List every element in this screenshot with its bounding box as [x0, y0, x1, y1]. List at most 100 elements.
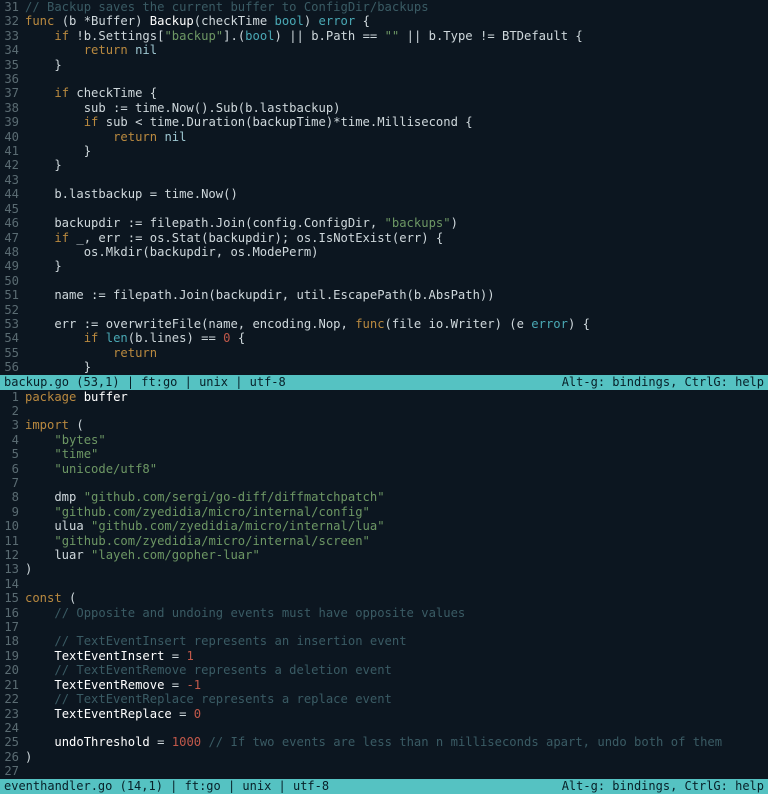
code-line[interactable]: 43 [0, 173, 768, 187]
code-content[interactable] [25, 72, 768, 86]
code-content[interactable]: "github.com/zyedidia/micro/internal/scre… [25, 534, 768, 548]
code-line[interactable]: 2 [0, 404, 768, 418]
code-content[interactable]: err := overwriteFile(name, encoding.Nop,… [25, 317, 768, 331]
code-line[interactable]: 39 if sub < time.Duration(backupTime)*ti… [0, 115, 768, 129]
code-content[interactable]: func (b *Buffer) Backup(checkTime bool) … [25, 14, 768, 28]
code-line[interactable]: 3import ( [0, 418, 768, 432]
code-content[interactable]: if _, err := os.Stat(backupdir); os.IsNo… [25, 231, 768, 245]
code-line[interactable]: 25 undoThreshold = 1000 // If two events… [0, 735, 768, 749]
code-line[interactable]: 31// Backup saves the current buffer to … [0, 0, 768, 14]
code-line[interactable]: 8 dmp "github.com/sergi/go-diff/diffmatc… [0, 490, 768, 504]
code-content[interactable] [25, 476, 768, 490]
code-line[interactable]: 42 } [0, 158, 768, 172]
code-content[interactable]: TextEventInsert = 1 [25, 649, 768, 663]
code-content[interactable]: // Backup saves the current buffer to Co… [25, 0, 768, 14]
code-line[interactable]: 13) [0, 562, 768, 576]
code-line[interactable]: 52 [0, 303, 768, 317]
code-line[interactable]: 34 return nil [0, 43, 768, 57]
code-line[interactable]: 41 } [0, 144, 768, 158]
code-content[interactable]: os.Mkdir(backupdir, os.ModePerm) [25, 245, 768, 259]
code-content[interactable]: dmp "github.com/sergi/go-diff/diffmatchp… [25, 490, 768, 504]
code-line[interactable]: 50 [0, 274, 768, 288]
code-content[interactable]: "bytes" [25, 433, 768, 447]
code-line[interactable]: 22 // TextEventReplace represents a repl… [0, 692, 768, 706]
code-content[interactable]: return nil [25, 130, 768, 144]
code-content[interactable]: // TextEventInsert represents an inserti… [25, 634, 768, 648]
code-line[interactable]: 56 } [0, 360, 768, 374]
code-content[interactable]: } [25, 360, 768, 374]
code-line[interactable]: 18 // TextEventInsert represents an inse… [0, 634, 768, 648]
code-content[interactable]: // TextEventRemove represents a deletion… [25, 663, 768, 677]
code-line[interactable]: 21 TextEventRemove = -1 [0, 678, 768, 692]
code-line[interactable]: 5 "time" [0, 447, 768, 461]
code-content[interactable] [25, 577, 768, 591]
code-line[interactable]: 9 "github.com/zyedidia/micro/internal/co… [0, 505, 768, 519]
code-content[interactable]: TextEventRemove = -1 [25, 678, 768, 692]
editor-pane-bottom[interactable]: 1package buffer23import (4 "bytes"5 "tim… [0, 390, 768, 779]
code-line[interactable]: 11 "github.com/zyedidia/micro/internal/s… [0, 534, 768, 548]
code-line[interactable]: 15const ( [0, 591, 768, 605]
code-line[interactable]: 47 if _, err := os.Stat(backupdir); os.I… [0, 231, 768, 245]
code-content[interactable]: return nil [25, 43, 768, 57]
code-line[interactable]: 40 return nil [0, 130, 768, 144]
code-content[interactable]: name := filepath.Join(backupdir, util.Es… [25, 288, 768, 302]
code-content[interactable]: if sub < time.Duration(backupTime)*time.… [25, 115, 768, 129]
code-content[interactable] [25, 620, 768, 634]
code-line[interactable]: 24 [0, 721, 768, 735]
code-content[interactable] [25, 303, 768, 317]
code-line[interactable]: 7 [0, 476, 768, 490]
code-content[interactable]: undoThreshold = 1000 // If two events ar… [25, 735, 768, 749]
code-content[interactable]: if len(b.lines) == 0 { [25, 331, 768, 345]
code-content[interactable]: // Opposite and undoing events must have… [25, 606, 768, 620]
code-content[interactable] [25, 721, 768, 735]
code-line[interactable]: 49 } [0, 259, 768, 273]
code-line[interactable]: 55 return [0, 346, 768, 360]
code-line[interactable]: 4 "bytes" [0, 433, 768, 447]
code-line[interactable]: 33 if !b.Settings["backup"].(bool) || b.… [0, 29, 768, 43]
code-line[interactable]: 38 sub := time.Now().Sub(b.lastbackup) [0, 101, 768, 115]
code-content[interactable] [25, 404, 768, 418]
code-line[interactable]: 27 [0, 764, 768, 778]
code-content[interactable]: "unicode/utf8" [25, 462, 768, 476]
code-line[interactable]: 51 name := filepath.Join(backupdir, util… [0, 288, 768, 302]
code-content[interactable]: } [25, 259, 768, 273]
code-content[interactable]: // TextEventReplace represents a replace… [25, 692, 768, 706]
code-content[interactable]: sub := time.Now().Sub(b.lastbackup) [25, 101, 768, 115]
editor-pane-top[interactable]: 31// Backup saves the current buffer to … [0, 0, 768, 375]
code-line[interactable]: 54 if len(b.lines) == 0 { [0, 331, 768, 345]
code-line[interactable]: 26) [0, 750, 768, 764]
code-content[interactable]: luar "layeh.com/gopher-luar" [25, 548, 768, 562]
code-content[interactable]: b.lastbackup = time.Now() [25, 187, 768, 201]
code-line[interactable]: 45 [0, 202, 768, 216]
code-content[interactable]: if checkTime { [25, 86, 768, 100]
code-content[interactable] [25, 764, 768, 778]
code-content[interactable] [25, 173, 768, 187]
code-line[interactable]: 16 // Opposite and undoing events must h… [0, 606, 768, 620]
code-content[interactable]: package buffer [25, 390, 768, 404]
code-line[interactable]: 32func (b *Buffer) Backup(checkTime bool… [0, 14, 768, 28]
code-line[interactable]: 23 TextEventReplace = 0 [0, 707, 768, 721]
code-line[interactable]: 53 err := overwriteFile(name, encoding.N… [0, 317, 768, 331]
code-content[interactable]: ) [25, 562, 768, 576]
code-content[interactable]: "time" [25, 447, 768, 461]
code-line[interactable]: 1package buffer [0, 390, 768, 404]
code-line[interactable]: 36 [0, 72, 768, 86]
code-line[interactable]: 19 TextEventInsert = 1 [0, 649, 768, 663]
code-line[interactable]: 44 b.lastbackup = time.Now() [0, 187, 768, 201]
code-line[interactable]: 48 os.Mkdir(backupdir, os.ModePerm) [0, 245, 768, 259]
code-line[interactable]: 37 if checkTime { [0, 86, 768, 100]
code-content[interactable]: const ( [25, 591, 768, 605]
code-line[interactable]: 20 // TextEventRemove represents a delet… [0, 663, 768, 677]
code-content[interactable] [25, 202, 768, 216]
code-line[interactable]: 12 luar "layeh.com/gopher-luar" [0, 548, 768, 562]
code-line[interactable]: 6 "unicode/utf8" [0, 462, 768, 476]
code-content[interactable]: if !b.Settings["backup"].(bool) || b.Pat… [25, 29, 768, 43]
code-content[interactable]: TextEventReplace = 0 [25, 707, 768, 721]
code-content[interactable]: ) [25, 750, 768, 764]
code-content[interactable]: } [25, 158, 768, 172]
code-content[interactable]: "github.com/zyedidia/micro/internal/conf… [25, 505, 768, 519]
code-content[interactable]: ulua "github.com/zyedidia/micro/internal… [25, 519, 768, 533]
code-line[interactable]: 10 ulua "github.com/zyedidia/micro/inter… [0, 519, 768, 533]
code-content[interactable]: import ( [25, 418, 768, 432]
code-content[interactable]: } [25, 58, 768, 72]
